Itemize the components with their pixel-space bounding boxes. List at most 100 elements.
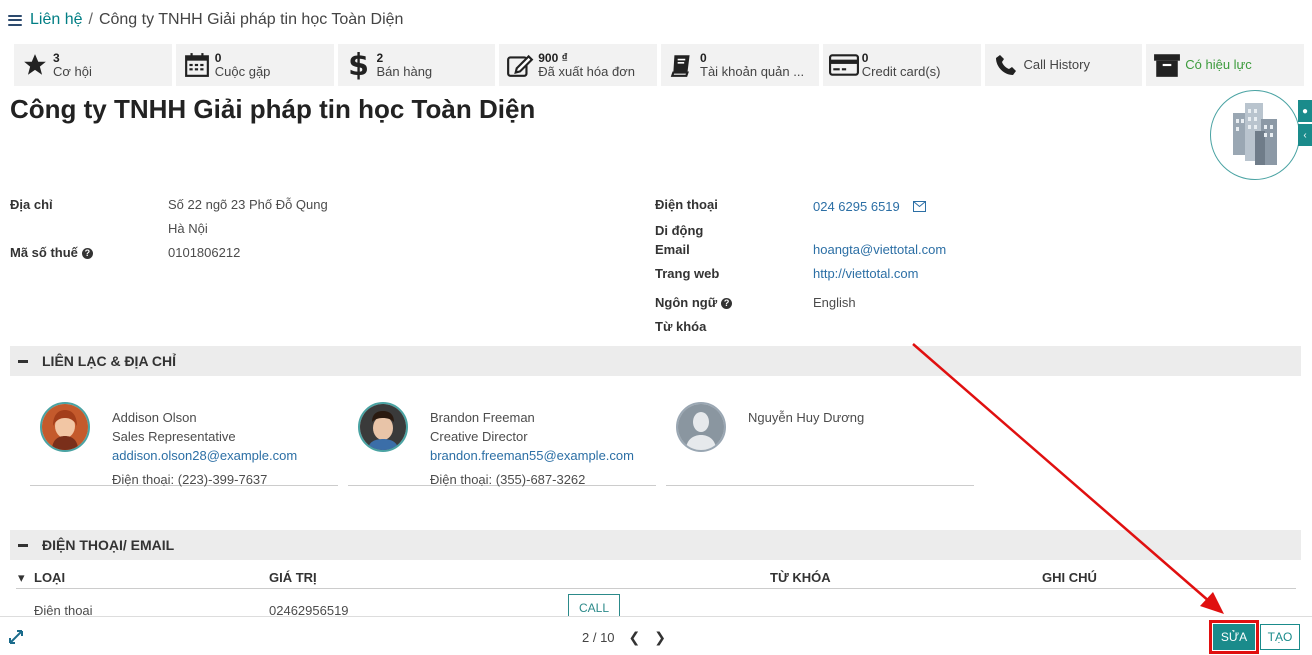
stat-number: 0	[861, 51, 869, 65]
stat-label: Call History	[1023, 58, 1090, 72]
edit-highlight-box	[1209, 620, 1259, 654]
invoiced-button[interactable]: 900 ₫ Đã xuất hóa đơn	[499, 44, 657, 86]
stat-label: Bán hàng	[376, 65, 433, 79]
breadcrumb-parent[interactable]: Liên hệ	[30, 11, 83, 29]
menu-icon[interactable]	[8, 14, 22, 26]
expand-icon[interactable]	[8, 629, 24, 645]
record-title: Công ty TNHH Giải pháp tin học Toàn Diện	[10, 94, 536, 124]
pager-value[interactable]: 2 / 10	[582, 630, 615, 645]
accounts-button[interactable]: 0 Tài khoản quản ...	[661, 44, 819, 86]
contact-phone: Điện thoại: (223)-399-7637	[112, 472, 268, 487]
stat-label: Cuộc gặp	[214, 65, 271, 79]
help-icon[interactable]: ?	[81, 248, 93, 259]
credit-cards-button[interactable]: 0 Credit card(s)	[822, 44, 981, 86]
smart-button-bar: 3 Cơ hội 0 Cuộc gặp $ 2 Bán hàng 900 ₫ Đã xu…	[14, 44, 1304, 86]
stat-label: Có hiệu lực	[1185, 58, 1252, 72]
stat-number: 0	[214, 51, 222, 65]
create-button[interactable]: TẠO	[1260, 624, 1300, 650]
stat-label: Credit card(s)	[861, 65, 941, 79]
tags-label: Từ khóa	[655, 319, 707, 334]
chevron-right-icon[interactable]: ❯	[654, 629, 666, 646]
help-icon[interactable]: ?	[721, 298, 733, 309]
address-line1: Số 22 ngõ 23 Phố Đỗ Qung	[168, 197, 328, 212]
pager: 2 / 10 ❮ ❯	[582, 629, 666, 646]
star-icon	[20, 50, 50, 80]
meetings-button[interactable]: 0 Cuộc gặp	[175, 44, 334, 86]
tax-value: 0101806212	[168, 245, 241, 260]
credit-card-icon	[828, 50, 859, 80]
top-bar: Liên hệ / Công ty TNHH Giải pháp tin học…	[0, 0, 1312, 40]
contact-email[interactable]: brandon.freeman55@example.com	[430, 446, 634, 465]
tax-id-field: Mã số thuế?	[10, 245, 93, 260]
email-value[interactable]: hoangta@viettotal.com	[813, 242, 946, 257]
contact-card[interactable]: Nguyễn Huy Dương	[666, 394, 974, 486]
contact-email[interactable]: addison.olson28@example.com	[112, 446, 297, 465]
language-label: Ngôn ngữ	[655, 295, 718, 310]
dollar-icon: $	[348, 47, 369, 83]
avatar	[676, 402, 726, 452]
sales-button[interactable]: $ 2 Bán hàng	[337, 44, 496, 86]
book-icon	[667, 50, 697, 80]
stat-number: 2	[376, 51, 384, 65]
phone-icon	[991, 50, 1021, 80]
sms-envelope-icon[interactable]	[913, 201, 927, 212]
column-notes[interactable]: GHI CHÚ	[1042, 570, 1097, 585]
active-toggle-button[interactable]: Có hiệu lực	[1146, 44, 1304, 86]
contact-name: Nguyễn Huy Dương	[748, 410, 865, 425]
stat-number: 3	[53, 51, 60, 65]
stat-label: Tài khoản quản ...	[700, 65, 805, 79]
address-label: Địa chỉ	[10, 197, 53, 212]
email-label: Email	[655, 242, 690, 257]
contact-info: Brandon Freeman Creative Director brando…	[430, 408, 634, 489]
call-history-button[interactable]: Call History	[984, 44, 1143, 86]
table-row[interactable]: Điện thoại 02462956519	[16, 595, 1296, 618]
collapse-icon	[18, 543, 28, 547]
company-avatar[interactable]	[1210, 90, 1300, 180]
chat-side-tab[interactable]: ●	[1298, 100, 1312, 122]
website-value[interactable]: http://viettotal.com	[813, 266, 919, 281]
contact-card[interactable]: Brandon Freeman Creative Director brando…	[348, 394, 656, 489]
phone-value[interactable]: 024 6295 6519	[813, 199, 900, 214]
collapse-icon	[18, 359, 28, 363]
mobile-label: Di động	[655, 223, 704, 238]
website-label: Trang web	[655, 266, 720, 281]
collapse-side-tab[interactable]: ‹	[1298, 124, 1312, 146]
contact-role: Sales Representative	[112, 429, 236, 444]
language-field: Ngôn ngữ?	[655, 295, 733, 310]
opportunities-button[interactable]: 3 Cơ hội	[14, 44, 172, 86]
contact-info: Addison Olson Sales Representative addis…	[112, 408, 297, 489]
footer-bar: 2 / 10 ❮ ❯ SỬA TẠO	[0, 616, 1312, 655]
avatar	[358, 402, 408, 452]
stat-number: 900 ₫	[538, 51, 568, 65]
contact-name: Brandon Freeman	[430, 410, 535, 425]
section-title: ĐIỆN THOẠI/ EMAIL	[42, 537, 175, 553]
contact-card[interactable]: Addison Olson Sales Representative addis…	[30, 394, 338, 489]
phone-email-section-header[interactable]: ĐIỆN THOẠI/ EMAIL	[10, 530, 1301, 560]
chevron-left-icon: ‹	[1303, 129, 1307, 141]
calendar-icon	[182, 50, 212, 80]
stat-label: Đã xuất hóa đơn	[538, 65, 635, 79]
contact-phone: Điện thoại: (355)-687-3262	[430, 472, 586, 487]
edit-invoice-icon	[505, 50, 535, 80]
breadcrumb-separator: /	[88, 11, 93, 28]
stat-label: Cơ hội	[53, 65, 92, 79]
chat-icon: ●	[1301, 105, 1309, 117]
language-value: English	[813, 295, 856, 310]
column-value[interactable]: GIÁ TRỊ	[269, 570, 317, 585]
stat-number: 0	[700, 51, 707, 65]
column-type[interactable]: LOẠI	[34, 570, 65, 585]
archive-icon	[1152, 50, 1182, 80]
sort-caret-icon[interactable]: ▾	[18, 570, 25, 586]
contact-info: Nguyễn Huy Dương	[748, 408, 864, 427]
phone-field: 024 6295 6519	[813, 199, 927, 214]
breadcrumb-current: Công ty TNHH Giải pháp tin học Toàn Diện	[98, 11, 404, 28]
column-tags[interactable]: TỪ KHÓA	[770, 570, 831, 585]
avatar	[40, 402, 90, 452]
tax-label: Mã số thuế	[10, 245, 78, 260]
address-line2: Hà Nội	[168, 221, 208, 236]
contact-name: Addison Olson	[112, 410, 197, 425]
contacts-section-header[interactable]: LIÊN LẠC & ĐỊA CHỈ	[10, 346, 1301, 376]
contact-role: Creative Director	[430, 429, 528, 444]
table-header: ▾ LOẠI GIÁ TRỊ TỪ KHÓA GHI CHÚ	[16, 565, 1296, 589]
chevron-left-icon[interactable]: ❮	[629, 629, 641, 646]
